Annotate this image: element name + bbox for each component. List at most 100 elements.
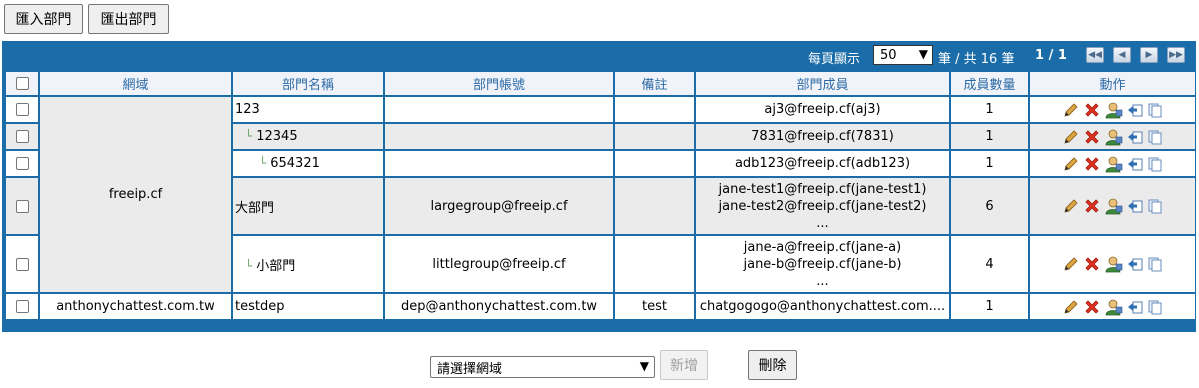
export-arrow-icon[interactable] bbox=[1127, 156, 1143, 172]
dept-account-cell bbox=[385, 124, 613, 149]
member-count-cell: 1 bbox=[951, 124, 1028, 149]
red-x-delete-icon[interactable] bbox=[1083, 298, 1101, 316]
actions-cell bbox=[1030, 97, 1195, 122]
domain-cell: anthonychattest.com.tw bbox=[40, 294, 231, 319]
member-entry: jane-test2@freeip.cf(jane-test2) bbox=[718, 198, 927, 214]
user-manage-icon[interactable] bbox=[1105, 155, 1123, 173]
delete-button[interactable]: 刪除 bbox=[748, 350, 797, 380]
pencil-edit-icon[interactable] bbox=[1063, 102, 1079, 118]
export-arrow-icon[interactable] bbox=[1127, 198, 1143, 214]
pencil-edit-icon[interactable] bbox=[1063, 256, 1079, 272]
tree-branch-icon: └ bbox=[245, 129, 253, 143]
next-page-icon[interactable]: ▶ bbox=[1140, 47, 1158, 63]
actions-cell bbox=[1030, 151, 1195, 176]
export-arrow-icon[interactable] bbox=[1127, 256, 1143, 272]
member-entry: jane-b@freeip.cf(jane-b) bbox=[743, 256, 902, 272]
user-manage-icon[interactable] bbox=[1105, 298, 1123, 316]
dept-name-cell: └ 654321 bbox=[233, 151, 383, 176]
member-count-cell: 6 bbox=[951, 178, 1028, 234]
red-x-delete-icon[interactable] bbox=[1083, 101, 1101, 119]
export-departments-button[interactable]: 匯出部門 bbox=[88, 4, 169, 34]
domain-cell: freeip.cf bbox=[40, 97, 231, 292]
member-count-cell: 1 bbox=[951, 151, 1028, 176]
department-table: 網域 部門名稱 部門帳號 備註 部門成員 成員數量 動作 freeip.cf 1… bbox=[4, 70, 1197, 321]
red-x-delete-icon[interactable] bbox=[1083, 197, 1101, 215]
actions-cell bbox=[1030, 236, 1195, 292]
pencil-edit-icon[interactable] bbox=[1063, 299, 1079, 315]
note-cell: test bbox=[615, 294, 694, 319]
members-cell: 7831@freeip.cf(7831) bbox=[696, 124, 949, 149]
row-checkbox[interactable] bbox=[15, 103, 29, 116]
last-page-icon[interactable]: ▶▶ bbox=[1167, 47, 1185, 63]
dept-account-cell bbox=[385, 97, 613, 122]
copy-pages-icon[interactable] bbox=[1147, 198, 1163, 214]
export-arrow-icon[interactable] bbox=[1127, 102, 1143, 118]
row-checkbox[interactable] bbox=[15, 257, 29, 271]
member-more: ... bbox=[816, 273, 829, 289]
user-manage-icon[interactable] bbox=[1105, 128, 1123, 146]
dept-name-cell: 123 bbox=[233, 97, 383, 122]
actions-cell bbox=[1030, 294, 1195, 319]
dept-name-cell: └ 12345 bbox=[233, 124, 383, 149]
pencil-edit-icon[interactable] bbox=[1063, 156, 1079, 172]
export-arrow-icon[interactable] bbox=[1127, 129, 1143, 145]
import-departments-button[interactable]: 匯入部門 bbox=[4, 4, 83, 34]
members-cell: chatgogogo@anthonychattest.com.... bbox=[696, 294, 949, 319]
dept-account-cell: dep@anthonychattest.com.tw bbox=[385, 294, 613, 319]
select-all-header[interactable] bbox=[6, 72, 38, 95]
copy-pages-icon[interactable] bbox=[1147, 299, 1163, 315]
actions-cell bbox=[1030, 124, 1195, 149]
export-arrow-icon[interactable] bbox=[1127, 299, 1143, 315]
page-indicator: 1 / 1 bbox=[1035, 48, 1067, 63]
user-manage-icon[interactable] bbox=[1105, 101, 1123, 119]
row-actions bbox=[1030, 128, 1195, 146]
per-page-select[interactable]: 50 ▼ bbox=[873, 45, 933, 65]
row-actions bbox=[1030, 255, 1195, 273]
row-checkbox[interactable] bbox=[15, 300, 29, 313]
dept-name-text: 小部門 bbox=[256, 258, 296, 274]
chevron-down-icon: ▼ bbox=[639, 359, 649, 373]
copy-pages-icon[interactable] bbox=[1147, 129, 1163, 145]
note-cell bbox=[615, 97, 694, 122]
first-page-icon[interactable]: ◀◀ bbox=[1086, 47, 1104, 63]
row-checkbox[interactable] bbox=[15, 157, 29, 170]
copy-pages-icon[interactable] bbox=[1147, 102, 1163, 118]
pencil-edit-icon[interactable] bbox=[1063, 129, 1079, 145]
members-cell: jane-test1@freeip.cf(jane-test1) jane-te… bbox=[696, 178, 949, 234]
table-header-row: 網域 部門名稱 部門帳號 備註 部門成員 成員數量 動作 bbox=[6, 72, 1195, 95]
prev-page-icon[interactable]: ◀ bbox=[1113, 47, 1131, 63]
per-page-label: 每頁顯示 bbox=[808, 52, 861, 67]
domain-select[interactable]: 請選擇網域 ▼ bbox=[430, 356, 655, 378]
red-x-delete-icon[interactable] bbox=[1083, 255, 1101, 273]
row-checkbox[interactable] bbox=[15, 130, 29, 143]
chevron-down-icon: ▼ bbox=[918, 47, 928, 61]
copy-pages-icon[interactable] bbox=[1147, 156, 1163, 172]
actions-cell bbox=[1030, 178, 1195, 234]
dept-name-cell: └ 小部門 bbox=[233, 236, 383, 292]
member-count-cell: 1 bbox=[951, 97, 1028, 122]
note-cell bbox=[615, 124, 694, 149]
header-dept-name: 部門名稱 bbox=[233, 72, 383, 95]
tree-branch-icon: └ bbox=[245, 258, 253, 273]
header-actions: 動作 bbox=[1030, 72, 1195, 95]
members-cell: adb123@freeip.cf(adb123) bbox=[696, 151, 949, 176]
row-checkbox[interactable] bbox=[15, 199, 29, 213]
red-x-delete-icon[interactable] bbox=[1083, 128, 1101, 146]
pencil-edit-icon[interactable] bbox=[1063, 198, 1079, 214]
members-cell: aj3@freeip.cf(aj3) bbox=[696, 97, 949, 122]
select-all-checkbox[interactable] bbox=[15, 77, 29, 90]
note-cell bbox=[615, 236, 694, 292]
row-actions bbox=[1030, 101, 1195, 119]
red-x-delete-icon[interactable] bbox=[1083, 155, 1101, 173]
add-button[interactable]: 新增 bbox=[660, 350, 708, 380]
row-actions bbox=[1030, 197, 1195, 215]
member-more: ... bbox=[816, 215, 829, 231]
user-manage-icon[interactable] bbox=[1105, 255, 1123, 273]
note-cell bbox=[615, 151, 694, 176]
copy-pages-icon[interactable] bbox=[1147, 256, 1163, 272]
member-entry: aj3@freeip.cf(aj3) bbox=[764, 102, 881, 117]
header-member-count: 成員數量 bbox=[951, 72, 1028, 95]
user-manage-icon[interactable] bbox=[1105, 197, 1123, 215]
header-note: 備註 bbox=[615, 72, 694, 95]
member-count-cell: 4 bbox=[951, 236, 1028, 292]
